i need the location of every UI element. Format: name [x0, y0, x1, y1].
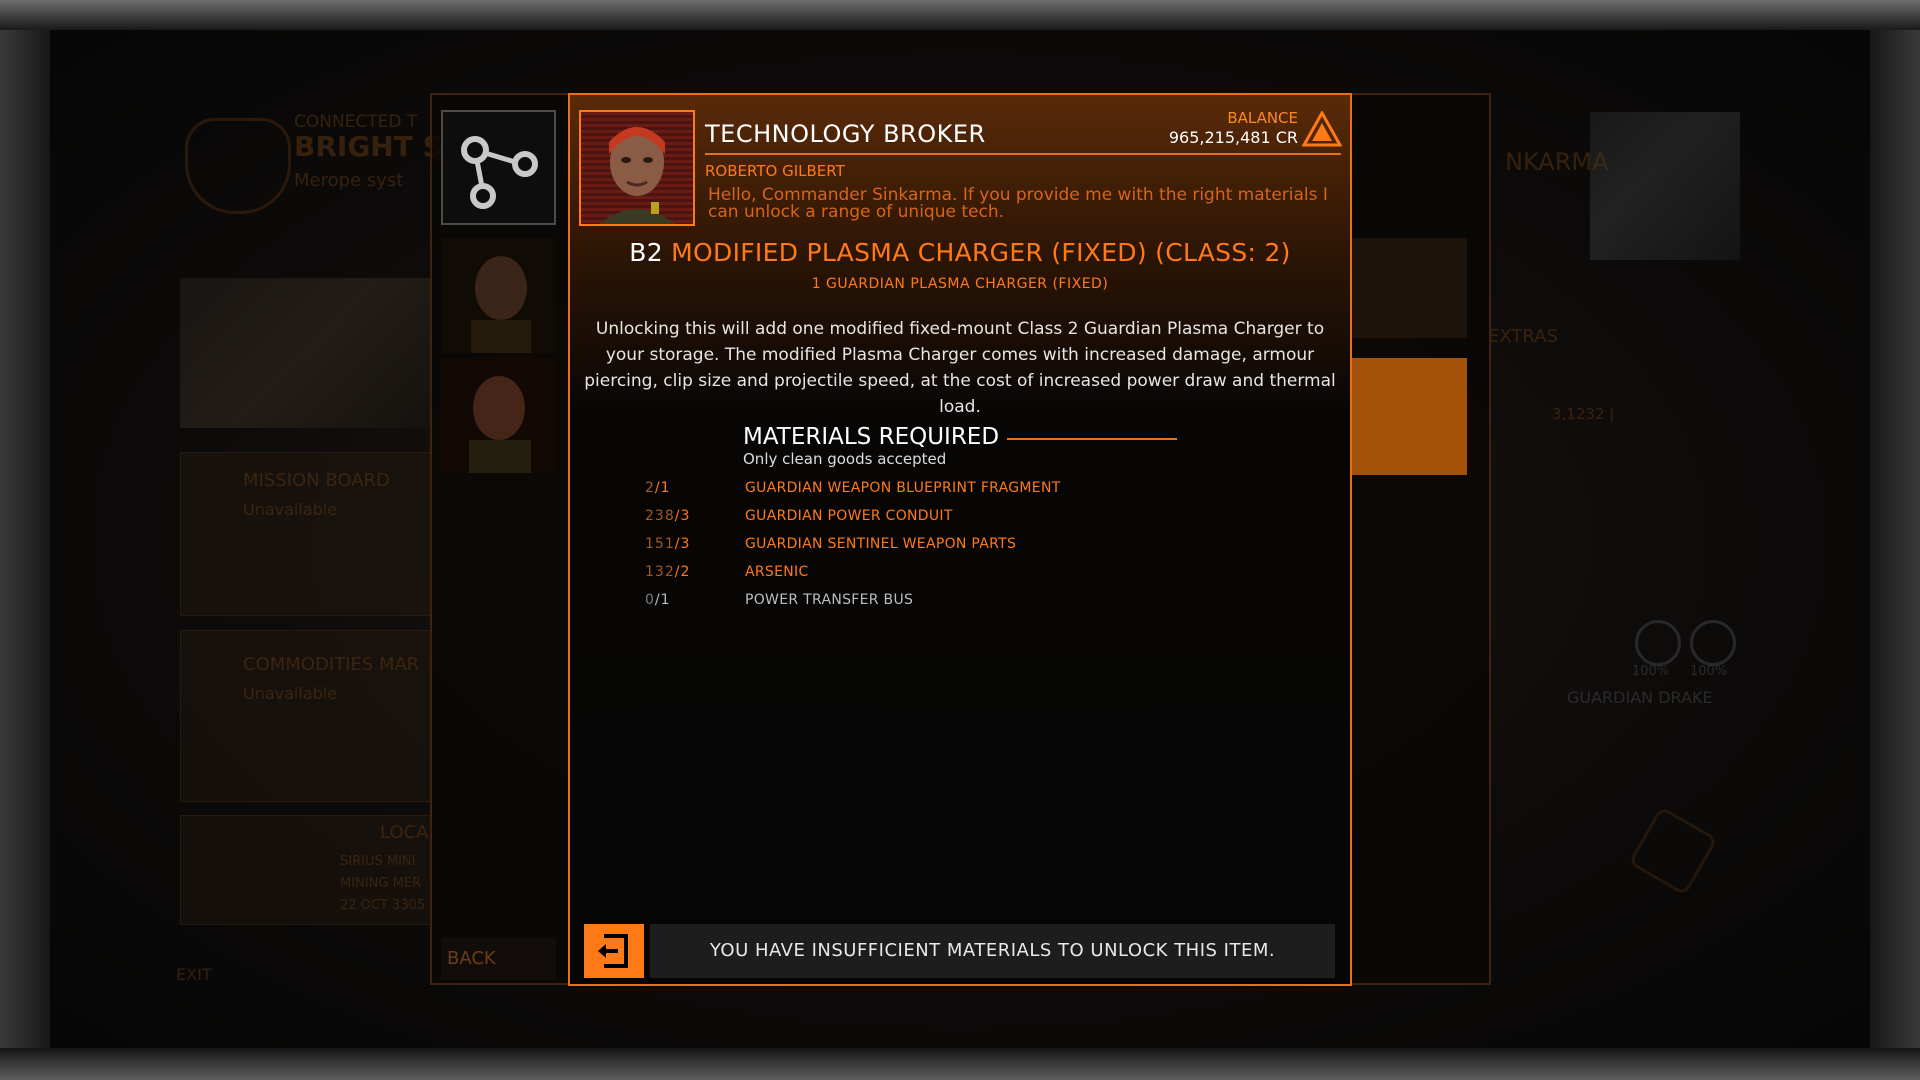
- materials-heading: MATERIALS REQUIRED: [743, 424, 1000, 450]
- title-divider: [705, 153, 1341, 155]
- material-name: ARSENIC: [745, 564, 809, 580]
- material-name: GUARDIAN WEAPON BLUEPRINT FRAGMENT: [745, 480, 1061, 496]
- cockpit-frame-top: [0, 0, 1920, 30]
- balance-label: BALANCE: [1227, 109, 1298, 127]
- cockpit-frame-left: [0, 0, 52, 1080]
- material-name: POWER TRANSFER BUS: [745, 592, 914, 608]
- item-title: B2 MODIFIED PLASMA CHARGER (FIXED) (CLAS…: [568, 238, 1352, 267]
- unlock-button[interactable]: [584, 924, 644, 978]
- material-need: /2: [674, 564, 691, 580]
- bg-extras-label: EXTRAS: [1488, 326, 1558, 347]
- material-need: /1: [654, 480, 671, 496]
- broker-portrait-thumb: [441, 238, 556, 353]
- bg-exit-label: EXIT: [176, 965, 212, 984]
- broker-thumbnail-1[interactable]: [441, 238, 556, 353]
- cockpit-frame-right: [1868, 0, 1920, 1080]
- item-name: MODIFIED PLASMA CHARGER (FIXED) (CLASS: …: [671, 238, 1291, 267]
- bg-connected-label: CONNECTED T: [294, 112, 418, 132]
- insufficient-materials-message: YOU HAVE INSUFFICIENT MATERIALS TO UNLOC…: [650, 924, 1335, 978]
- bg-local-line1: SIRIUS MINI: [340, 854, 416, 869]
- material-need: /1: [654, 592, 671, 608]
- material-have: 238: [645, 508, 675, 524]
- material-need: /3: [674, 536, 691, 552]
- material-count: 0/1: [645, 592, 671, 608]
- bg-local-title: LOCA: [380, 822, 429, 843]
- broker-portrait-thumb: [441, 358, 556, 473]
- material-need: /3: [674, 508, 691, 524]
- bg-commander-name: NKARMA: [1505, 148, 1609, 176]
- station-logo: [185, 118, 291, 214]
- materials-divider: [1007, 438, 1177, 440]
- bg-mission-title: MISSION BOARD: [243, 470, 390, 491]
- material-have: 0: [645, 592, 655, 608]
- material-count: 238/3: [645, 508, 690, 524]
- materials-subheading: Only clean goods accepted: [743, 450, 947, 468]
- bg-local-line2: MINING MER: [340, 876, 422, 891]
- bg-commodities-status: Unavailable: [243, 684, 338, 703]
- item-grade: B2: [629, 238, 663, 267]
- back-button[interactable]: BACK: [441, 938, 556, 980]
- broker-portrait: [579, 110, 695, 226]
- right-tab-selected[interactable]: [1351, 358, 1467, 475]
- bg-gauge1-value: 100%: [1632, 664, 1670, 679]
- material-have: 151: [645, 536, 675, 552]
- bg-gauge2-value: 100%: [1690, 664, 1728, 679]
- item-description: Unlocking this will add one modified fix…: [584, 319, 1336, 417]
- bg-mission-status: Unavailable: [243, 500, 338, 519]
- material-name: GUARDIAN POWER CONDUIT: [745, 508, 953, 524]
- material-have: 2: [645, 480, 655, 496]
- material-have: 132: [645, 564, 675, 580]
- broker-face-image: [581, 112, 693, 224]
- bg-ship-stats: 3,1232 |: [1552, 405, 1615, 423]
- broker-greeting: Hello, Commander Sinkarma. If you provid…: [708, 185, 1328, 222]
- elite-rank-icon: [1302, 111, 1342, 147]
- broker-thumbnail-2[interactable]: [441, 358, 556, 473]
- bg-commodities-title: COMMODITIES MAR: [243, 654, 420, 675]
- page-title: TECHNOLOGY BROKER: [705, 120, 986, 148]
- unlock-exit-icon: [598, 934, 628, 968]
- material-name: GUARDIAN SENTINEL WEAPON PARTS: [745, 536, 1017, 552]
- material-count: 151/3: [645, 536, 690, 552]
- cockpit-frame-bottom: [0, 1048, 1920, 1080]
- bg-system-name: Merope syst: [294, 170, 404, 191]
- bg-station-image: [180, 278, 430, 428]
- tech-broker-nav-button[interactable]: [441, 110, 556, 225]
- balance-value: 965,215,481 CR: [1168, 128, 1298, 147]
- bg-hull-gauge-icon: [1690, 620, 1736, 666]
- bg-station-name: BRIGHT S: [294, 130, 443, 163]
- material-count: 2/1: [645, 480, 671, 496]
- item-subtitle: 1 GUARDIAN PLASMA CHARGER (FIXED): [811, 276, 1109, 292]
- bg-local-line3: 22 OCT 3305: [340, 898, 426, 913]
- bg-commander-portrait: [1590, 112, 1740, 260]
- broker-name: ROBERTO GILBERT: [705, 162, 845, 180]
- bg-ship-name: GUARDIAN DRAKE: [1567, 688, 1713, 707]
- right-tab-stub: [1351, 238, 1467, 338]
- material-count: 132/2: [645, 564, 690, 580]
- bg-fuel-gauge-icon: [1635, 620, 1681, 666]
- branch-network-icon: [461, 136, 538, 209]
